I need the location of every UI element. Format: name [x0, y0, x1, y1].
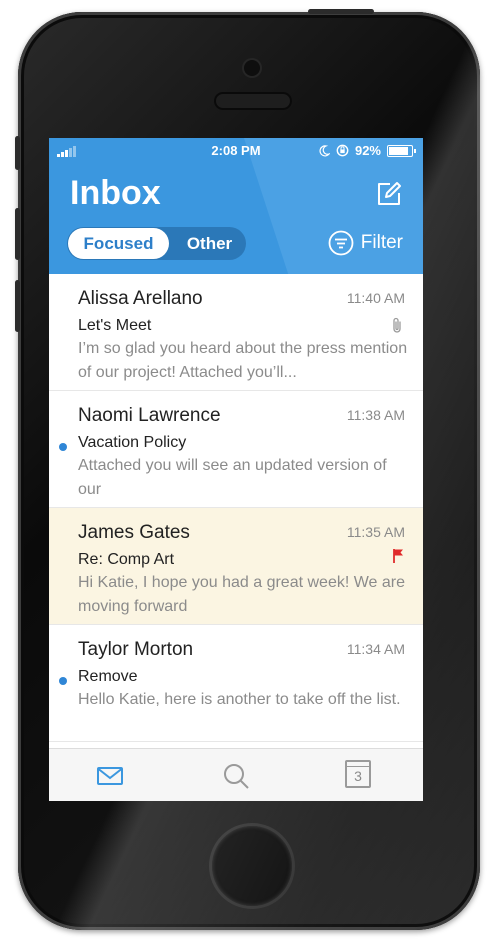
tab-focused[interactable]: Focused [68, 228, 169, 259]
flag-icon [393, 549, 403, 563]
bottom-tab-bar: 3 [49, 748, 423, 801]
message-sender: Naomi Lawrence [78, 405, 221, 426]
message-time: 11:40 AM [346, 290, 405, 306]
message-subject: Let's Meet [78, 317, 152, 334]
inbox-tab-switcher: Focused Other [67, 227, 246, 260]
compose-icon[interactable] [375, 180, 403, 208]
message-subject: Re: Comp Art [78, 551, 175, 568]
message-preview: Attached you will see an updated version… [78, 457, 387, 498]
page-title: Inbox [70, 174, 161, 212]
message-row[interactable]: James Gates 11:35 AM Re: Comp Art Hi Kat… [49, 508, 423, 625]
message-time: 11:38 AM [346, 407, 405, 423]
unread-dot [59, 677, 67, 685]
message-subject: Remove [78, 668, 138, 685]
message-row[interactable]: Taylor Morton 11:34 AM Remove Hello Kati… [49, 625, 423, 742]
message-sender: Alissa Arellano [78, 288, 203, 309]
filter-icon [328, 230, 354, 256]
power-button [308, 9, 374, 14]
earpiece-speaker [214, 92, 292, 110]
message-sender: Taylor Morton [78, 639, 194, 660]
message-preview: Hi Katie, I hope you had a great week! W… [78, 574, 406, 615]
battery-icon [387, 144, 416, 157]
filter-button[interactable]: Filter [328, 230, 403, 256]
message-time: 11:34 AM [346, 641, 405, 657]
mute-switch [15, 136, 20, 170]
mail-icon[interactable] [95, 761, 125, 791]
filter-label: Filter [360, 232, 403, 253]
message-row[interactable]: Naomi Lawrence 11:38 AM Vacation Policy … [49, 391, 423, 508]
app-screen: 2:08 PM 92% Inbox Focused Other Filter A… [49, 138, 423, 801]
attachment-icon [393, 317, 401, 333]
home-button[interactable] [212, 826, 292, 906]
calendar-icon[interactable]: 3 [345, 760, 371, 788]
message-row[interactable]: Alissa Arellano 11:40 AM Let's Meet I’m … [49, 274, 423, 391]
status-bar: 2:08 PM 92% [49, 142, 423, 160]
tab-other[interactable]: Other [173, 228, 246, 259]
rotation-lock-icon [336, 144, 349, 157]
message-preview: Hello Katie, here is another to take off… [78, 691, 401, 708]
status-right: 92% [319, 143, 416, 158]
calendar-day: 3 [354, 768, 362, 784]
message-list: Alissa Arellano 11:40 AM Let's Meet I’m … [49, 274, 423, 742]
message-preview: I’m so glad you heard about the press me… [78, 340, 408, 381]
battery-percent: 92% [354, 143, 381, 158]
moon-icon [319, 144, 330, 156]
unread-dot [59, 443, 67, 451]
volume-down-button [15, 280, 20, 332]
message-sender: James Gates [78, 522, 190, 543]
search-icon[interactable] [221, 761, 251, 791]
volume-up-button [15, 208, 20, 260]
front-camera [244, 60, 260, 76]
inbox-header: 2:08 PM 92% Inbox Focused Other Filter [49, 138, 423, 274]
message-subject: Vacation Policy [78, 434, 187, 451]
message-time: 11:35 AM [346, 524, 405, 540]
